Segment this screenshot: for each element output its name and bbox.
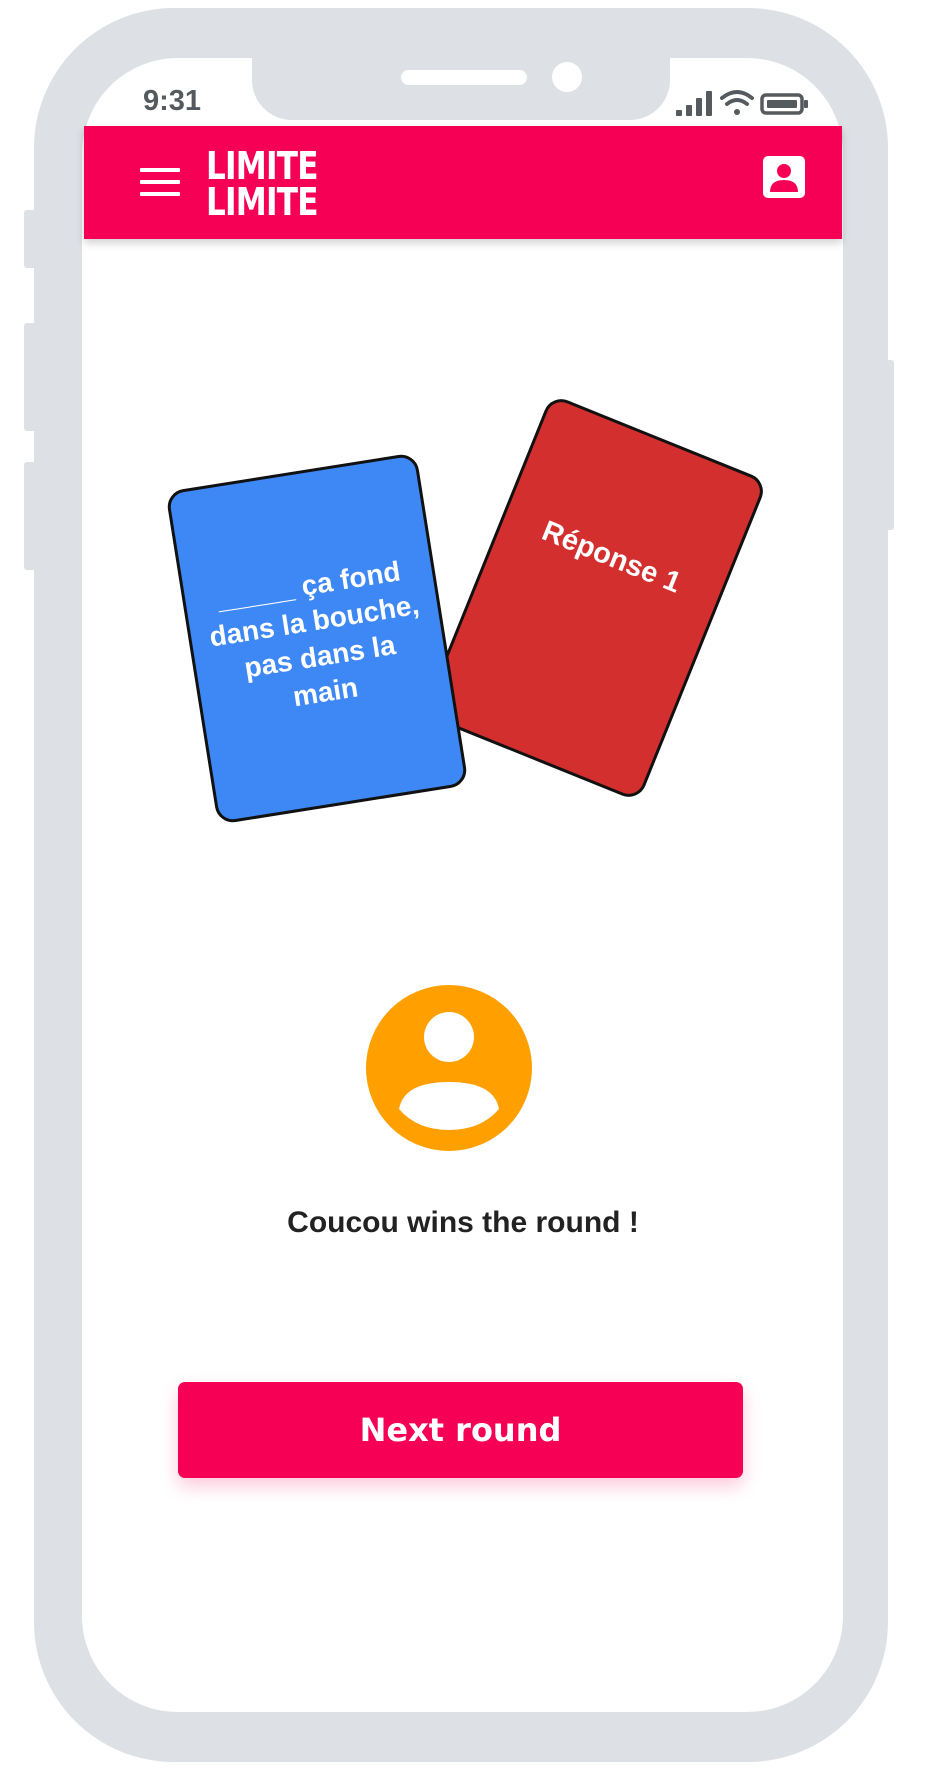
account-circle-icon <box>366 985 532 1151</box>
app-bar: LIMITE LIMITE <box>84 126 842 239</box>
phone-side-button <box>24 210 36 268</box>
logo-line: LIMITE <box>206 144 318 188</box>
phone-notch <box>252 58 670 120</box>
answer-card-text: Réponse 1 <box>537 514 686 600</box>
next-round-label: Next round <box>359 1411 562 1449</box>
wifi-icon <box>720 90 754 115</box>
winner-message: Coucou wins the round ! <box>287 1206 639 1239</box>
account-box-icon[interactable] <box>763 156 805 198</box>
battery-icon <box>760 93 808 115</box>
logo-line: LIMITE <box>206 180 318 224</box>
phone-side-button <box>882 360 894 530</box>
hamburger-menu-icon[interactable] <box>140 168 180 198</box>
phone-camera <box>552 62 582 92</box>
phone-side-button <box>24 323 36 431</box>
signal-icon <box>676 91 712 116</box>
app-logo: LIMITE LIMITE <box>206 144 318 224</box>
status-icons <box>676 90 808 116</box>
phone-side-button <box>24 462 36 570</box>
next-round-button[interactable]: Next round <box>178 1382 743 1478</box>
phone-speaker <box>401 70 527 85</box>
question-card: _____ ça fond dans la bouche, pas dans l… <box>165 452 469 825</box>
status-time: 9:31 <box>143 85 202 117</box>
question-card-text: _____ ça fond dans la bouche, pas dans l… <box>207 554 422 712</box>
